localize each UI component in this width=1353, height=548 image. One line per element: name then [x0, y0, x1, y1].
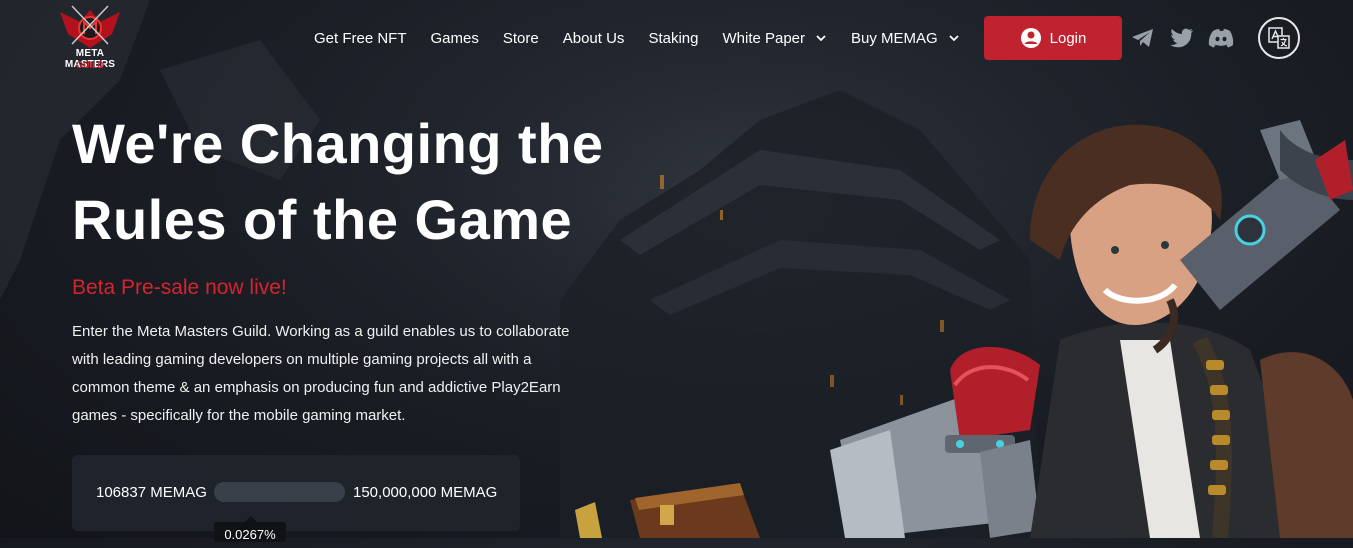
discord-icon: [1208, 28, 1234, 48]
translate-icon: [1267, 26, 1291, 50]
discord-link[interactable]: [1208, 26, 1234, 50]
telegram-icon: [1131, 28, 1155, 48]
nav-label: Get Free NFT: [314, 30, 407, 47]
hero-character-artwork: [560, 100, 1353, 538]
nav-label: White Paper: [722, 30, 805, 47]
hero-description: Enter the Meta Masters Guild. Working as…: [72, 318, 592, 430]
brand-subname: GUILD: [52, 60, 128, 70]
brand-logo[interactable]: META MASTERS GUILD: [50, 4, 130, 74]
language-button[interactable]: [1258, 17, 1300, 59]
presale-progress-bar: [214, 482, 345, 502]
main-nav: Get Free NFT Games Store About Us Stakin…: [314, 16, 984, 60]
nav-about-us[interactable]: About Us: [563, 30, 625, 47]
user-icon: [1020, 27, 1042, 49]
nav-white-paper[interactable]: White Paper: [722, 30, 827, 47]
nav-label: Games: [431, 30, 479, 47]
presale-progress-card: 106837 MEMAG 150,000,000 MEMAG 0.0267%: [72, 455, 520, 531]
presale-goal: 150,000,000 MEMAG: [353, 484, 497, 501]
nav-label: Staking: [648, 30, 698, 47]
nav-store[interactable]: Store: [503, 30, 539, 47]
hero-face-image: [1030, 125, 1222, 350]
hero-body-image: [1030, 322, 1353, 538]
nav-games[interactable]: Games: [431, 30, 479, 47]
login-label: Login: [1050, 30, 1087, 47]
login-button[interactable]: Login: [984, 16, 1122, 60]
chevron-down-icon: [948, 32, 960, 44]
nav-label: Buy MEMAG: [851, 30, 938, 47]
hero-subtitle: Beta Pre-sale now live!: [72, 276, 287, 300]
nav-get-free-nft[interactable]: Get Free NFT: [314, 30, 407, 47]
treasure-chest-image: [575, 483, 760, 538]
cannon-arm-image: [830, 347, 1040, 538]
presale-raised: 106837 MEMAG: [96, 484, 207, 501]
nav-label: About Us: [563, 30, 625, 47]
presale-percent-tooltip: 0.0267%: [214, 522, 286, 542]
chevron-down-icon: [815, 32, 827, 44]
twitter-icon: [1170, 28, 1194, 48]
nav-label: Store: [503, 30, 539, 47]
telegram-link[interactable]: [1130, 26, 1156, 50]
twitter-link[interactable]: [1169, 26, 1195, 50]
nav-staking[interactable]: Staking: [648, 30, 698, 47]
nav-buy-memag[interactable]: Buy MEMAG: [851, 30, 960, 47]
